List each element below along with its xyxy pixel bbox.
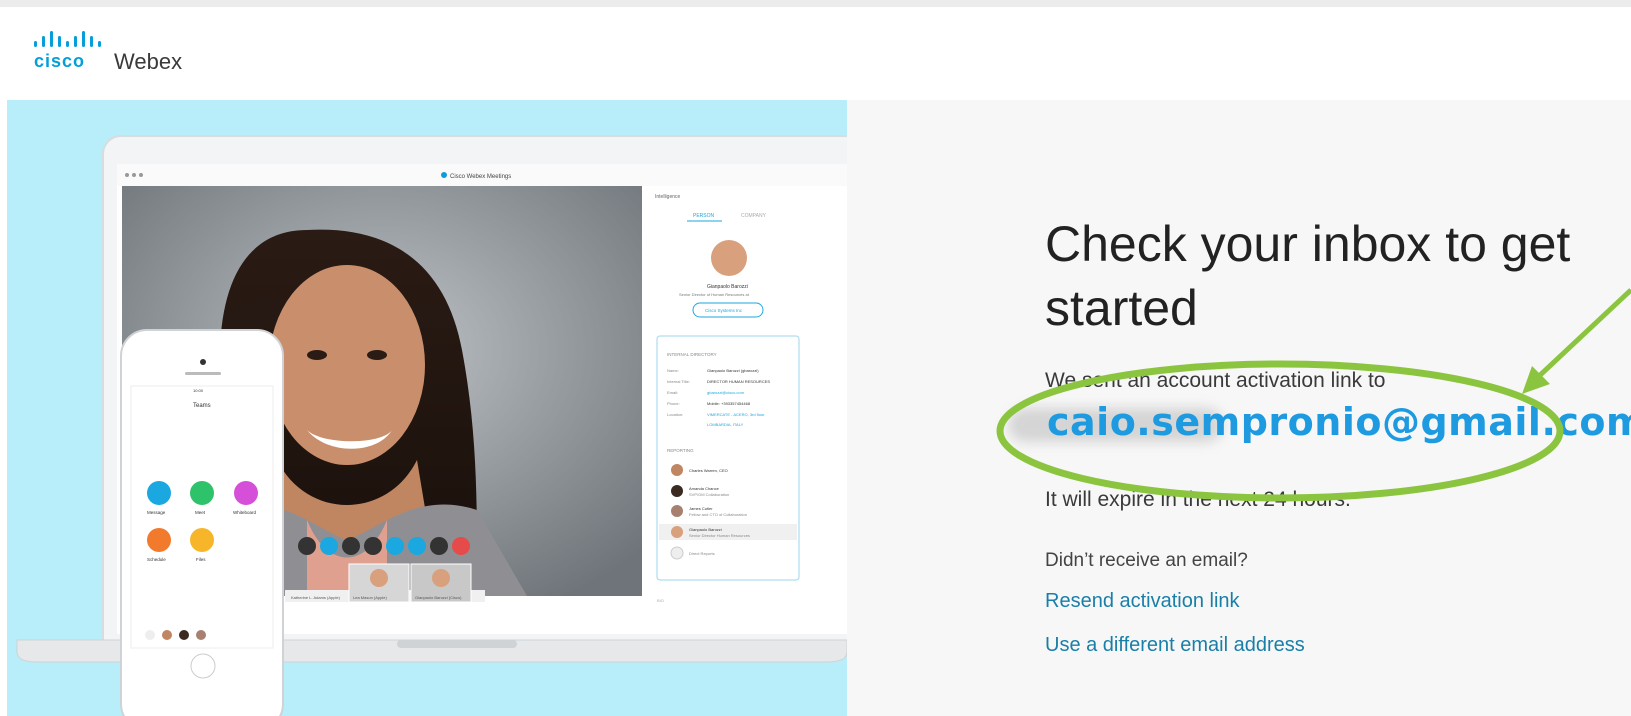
dir-value-5: LOMBARDIA, ITALY [707,422,744,427]
dir-label-4: Location: [667,412,683,417]
app-meet-label: Meet [195,510,206,515]
participant-3: Gianpaolo Barozzi (Cisco) [415,595,462,600]
reporting-2: James Cutler [689,506,713,511]
laptop-mockup: Cisco Webex Meetings Katherine L. Adams [16,135,847,716]
company-button: Cisco Systems Inc [705,308,743,313]
reporting-1: Amanda Chance [689,486,720,491]
phone-time: 10:00 [193,388,204,393]
dir-value-0: Gianpaolo Barozzi (gbarozzi) [707,368,759,373]
email-address: caio.sempronio@gmail.com [1047,400,1631,444]
dir-value-4: VIMERCATE - ACERO, 3rd floor [707,412,765,417]
reporting-3-title: Senior Director Human Resources [689,533,750,538]
reporting-heading: REPORTING [667,448,694,453]
participant-2: Lea Mason (Apple) [353,595,387,600]
participant-1: Katherine L. Adams (Apple) [291,595,341,600]
didnt-receive-text: Didn’t receive an email? [1045,550,1248,571]
cisco-webex-logo: cisco Webex [34,31,224,75]
app-schedule-label: Schedule [147,557,166,562]
reporting-3: Gianpaolo Barozzi [689,527,722,532]
app-whiteboard-label: Whiteboard [233,510,257,515]
dir-label-3: Phone: [667,401,680,406]
expire-message: It will expire in the next 24 hours. [1045,488,1351,511]
directory-heading: INTERNAL DIRECTORY [667,352,717,357]
app-message-label: Message [147,510,166,515]
top-strip [0,0,1631,7]
dir-value-3: Mobile: +393357454468 [707,401,751,406]
use-different-email-link[interactable]: Use a different email address [1045,634,1305,657]
laptop-window-title: Cisco Webex Meetings [450,174,511,180]
contact-name: Gianpaolo Barozzi [707,284,748,290]
resend-activation-link[interactable]: Resend activation link [1045,590,1240,613]
hero-illustration: Cisco Webex Meetings Katherine L. Adams [7,100,847,716]
bio-label: BIO [657,598,664,603]
cisco-bars-icon [34,31,101,47]
dir-label-1: Internal Title: [667,379,690,384]
reporting-1-title: SVP/GM Collaboration [689,492,729,497]
reporting-0: Charles Warren, CEO [689,468,728,473]
webex-wordmark: Webex [114,49,183,74]
page-title: Check your inbox to get started [1045,216,1571,336]
tab-person: PERSON [693,213,715,219]
reporting-4: Direct Reports [689,551,715,556]
tab-company: COMPANY [741,213,767,219]
phone-title: Teams [193,403,211,409]
dir-label-2: Email: [667,390,678,395]
contact-role: Senior Director of Human Resources at [679,292,750,297]
dir-label-0: Name: [667,368,679,373]
dir-value-2: gbarozzi@cisco.com [707,390,745,395]
header: cisco Webex [0,7,1631,97]
app-files-label: Files [196,557,206,562]
sent-message: We sent an account activation link to [1045,369,1386,392]
panel-title: Intelligence [655,194,681,200]
cisco-wordmark: cisco [34,51,86,71]
dir-value-1: DIRECTOR HUMAN RESOURCES [707,379,770,384]
reporting-2-title: Fellow and CTO of Collaboration [689,512,747,517]
